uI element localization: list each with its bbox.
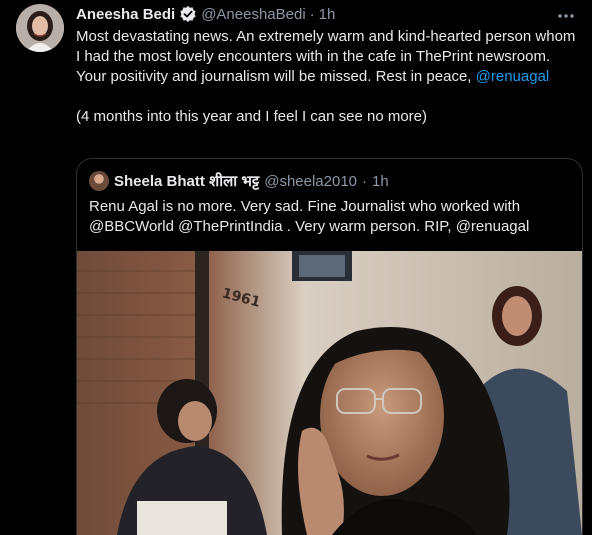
quoted-text-line1: Renu Agal is no more. Very sad. Fine Jou… bbox=[89, 198, 521, 215]
verified-badge-icon bbox=[179, 5, 197, 23]
separator-dot: · bbox=[309, 5, 315, 23]
tweet-timestamp[interactable]: 1h bbox=[319, 6, 336, 23]
tweet-header: Aneesha Bedi @AneeshaBedi · 1h bbox=[76, 4, 556, 24]
author-avatar[interactable] bbox=[16, 4, 64, 52]
author-name[interactable]: Aneesha Bedi bbox=[76, 6, 175, 23]
tweet-text-line3: (4 months into this year and I feel I ca… bbox=[76, 108, 428, 125]
quoted-tweet[interactable]: Sheela Bhatt शीला भट्ट @sheela2010 · 1h … bbox=[76, 158, 583, 535]
tweet[interactable]: Aneesha Bedi @AneeshaBedi · 1h Most deva… bbox=[0, 0, 592, 535]
quoted-tweet-timestamp[interactable]: 1h bbox=[372, 173, 389, 190]
photo-image: 1961 bbox=[77, 251, 582, 535]
quoted-tweet-photo[interactable]: 1961 bbox=[77, 251, 582, 535]
author-handle[interactable]: @AneeshaBedi bbox=[201, 6, 305, 23]
tweet-text-line2: Your positivity and journalism will be m… bbox=[76, 67, 576, 87]
tweet-text-line1: Most devastating news. An extremely warm… bbox=[76, 28, 576, 65]
quoted-author-avatar[interactable] bbox=[89, 171, 109, 191]
mention-link[interactable]: @renuagal bbox=[476, 68, 550, 85]
quoted-author-name[interactable]: Sheela Bhatt शीला भट्ट bbox=[114, 171, 259, 191]
tweet-text-line2-prefix: Your positivity and journalism will be m… bbox=[76, 68, 476, 85]
quoted-tweet-header: Sheela Bhatt शीला भट्ट @sheela2010 · 1h bbox=[89, 171, 570, 191]
quoted-author-handle[interactable]: @sheela2010 bbox=[264, 173, 357, 190]
quoted-separator-dot: · bbox=[362, 172, 368, 190]
author-avatar-image bbox=[16, 4, 64, 52]
quoted-tweet-text: Renu Agal is no more. Very sad. Fine Jou… bbox=[89, 197, 569, 237]
quoted-text-line2: @BBCWorld @ThePrintIndia . Very warm per… bbox=[89, 218, 530, 235]
more-options-icon[interactable] bbox=[556, 6, 576, 26]
tweet-text: Most devastating news. An extremely warm… bbox=[76, 27, 576, 127]
